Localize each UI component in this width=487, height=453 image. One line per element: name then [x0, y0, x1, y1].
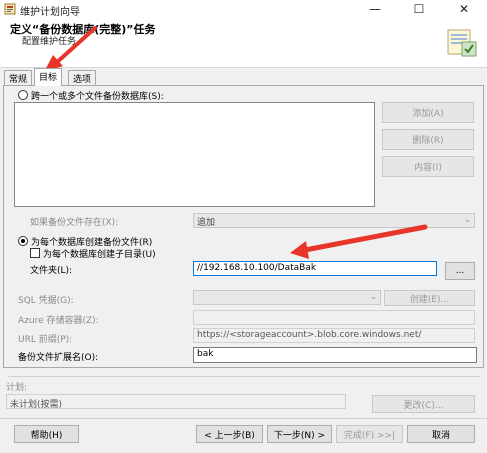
- chevron-down-icon: ⌄: [370, 292, 377, 301]
- folder-label: 文件夹(L):: [30, 266, 73, 276]
- page-subtitle: 配置维护任务。: [22, 37, 86, 47]
- window-title: 维护计划向导: [20, 7, 80, 18]
- schedule-label: 计划:: [6, 383, 28, 393]
- browse-button[interactable]: ...: [445, 262, 475, 280]
- folder-input[interactable]: //192.168.10.100/DataBak: [193, 261, 437, 276]
- if-exists-value: 追加: [197, 218, 216, 228]
- extension-label: 备份文件扩展名(O):: [18, 353, 99, 363]
- back-button[interactable]: < 上一步(B): [196, 425, 263, 443]
- if-exists-label: 如果备份文件存在(X):: [30, 218, 119, 228]
- close-button[interactable]: ✕: [442, 0, 486, 18]
- sql-credential-select[interactable]: ⌄: [193, 290, 381, 305]
- add-button[interactable]: 添加(A): [382, 102, 474, 123]
- footer-divider: [0, 418, 487, 419]
- create-credential-button[interactable]: 创建(E)...: [384, 290, 475, 306]
- wizard-graphic-icon: [447, 29, 477, 57]
- cancel-button[interactable]: 取消: [407, 425, 475, 443]
- azure-container-label: Azure 存储容器(Z):: [18, 316, 99, 326]
- tab-options[interactable]: 选项: [68, 70, 97, 85]
- next-button[interactable]: 下一步(N) >: [267, 425, 332, 443]
- schedule-divider: [8, 376, 480, 377]
- azure-container-input[interactable]: [193, 310, 475, 325]
- finish-button[interactable]: 完成(F) >>|: [336, 425, 403, 443]
- maintenance-wizard-icon: [4, 3, 16, 15]
- url-prefix-input[interactable]: https://<storageaccount>.blob.core.windo…: [193, 328, 475, 343]
- maximize-button[interactable]: ☐: [397, 0, 441, 18]
- help-button[interactable]: 帮助(H): [14, 425, 79, 443]
- across-files-radio[interactable]: [18, 90, 28, 100]
- across-files-label: 跨一个或多个文件备份数据库(S):: [31, 92, 164, 102]
- remove-button[interactable]: 删除(R): [382, 129, 474, 150]
- subdirectory-label: 为每个数据库创建子目录(U): [43, 250, 156, 260]
- schedule-value: 未计划(按需): [6, 394, 346, 410]
- backup-files-list[interactable]: [14, 102, 375, 207]
- per-database-radio[interactable]: [18, 236, 28, 246]
- subdirectory-checkbox[interactable]: [30, 248, 40, 258]
- tab-destination[interactable]: 目标: [34, 68, 63, 86]
- minimize-button[interactable]: —: [353, 0, 397, 18]
- extension-input[interactable]: bak: [193, 347, 477, 363]
- if-exists-select[interactable]: 追加 ⌄: [193, 213, 475, 228]
- change-schedule-button[interactable]: 更改(C)...: [372, 395, 475, 413]
- contents-button[interactable]: 内容(I): [382, 156, 474, 177]
- sql-credential-label: SQL 凭据(G):: [18, 296, 74, 306]
- url-prefix-label: URL 前缀(P):: [18, 335, 73, 345]
- chevron-down-icon: ⌄: [464, 215, 471, 224]
- tab-general[interactable]: 常规: [4, 70, 33, 85]
